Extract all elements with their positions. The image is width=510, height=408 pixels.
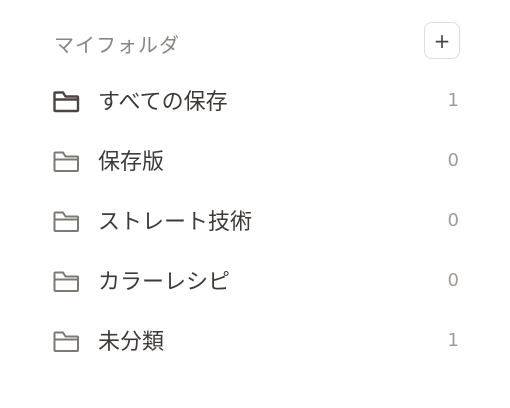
folders-title: マイフォルダ	[54, 33, 180, 57]
folder-label: すべての保存	[98, 90, 228, 115]
folder-icon	[52, 206, 82, 236]
folder-icon	[52, 146, 82, 176]
add-folder-button[interactable]: +	[424, 22, 460, 59]
folder-icon	[52, 326, 82, 356]
folder-count: 1	[447, 329, 459, 351]
folder-label: カラーレシピ	[98, 270, 231, 295]
folder-count: 0	[447, 149, 459, 171]
folder-count: 1	[447, 89, 459, 111]
folder-list: すべての保存 1 保存版 0 ストレート技術 0 カラーレシピ 0 未分類 1	[52, 70, 460, 370]
folder-item-saved-edition[interactable]: 保存版 0	[52, 130, 460, 190]
folder-item-color-recipe[interactable]: カラーレシピ 0	[52, 250, 460, 310]
folder-count: 0	[447, 269, 459, 291]
folder-item-straight-technique[interactable]: ストレート技術 0	[52, 190, 460, 250]
folders-header: マイフォルダ +	[54, 22, 460, 62]
folder-item-uncategorized[interactable]: 未分類 1	[52, 310, 460, 370]
folder-item-all-saved[interactable]: すべての保存 1	[52, 70, 460, 130]
folder-icon	[52, 86, 82, 116]
folder-label: 保存版	[98, 150, 165, 175]
folder-count: 0	[447, 209, 459, 231]
folder-label: 未分類	[98, 330, 165, 355]
folder-label: ストレート技術	[98, 210, 253, 235]
my-folders-panel: マイフォルダ + すべての保存 1 保存版 0 ストレート技術 0 カラーレシピ…	[0, 0, 510, 408]
folder-icon	[52, 266, 82, 296]
